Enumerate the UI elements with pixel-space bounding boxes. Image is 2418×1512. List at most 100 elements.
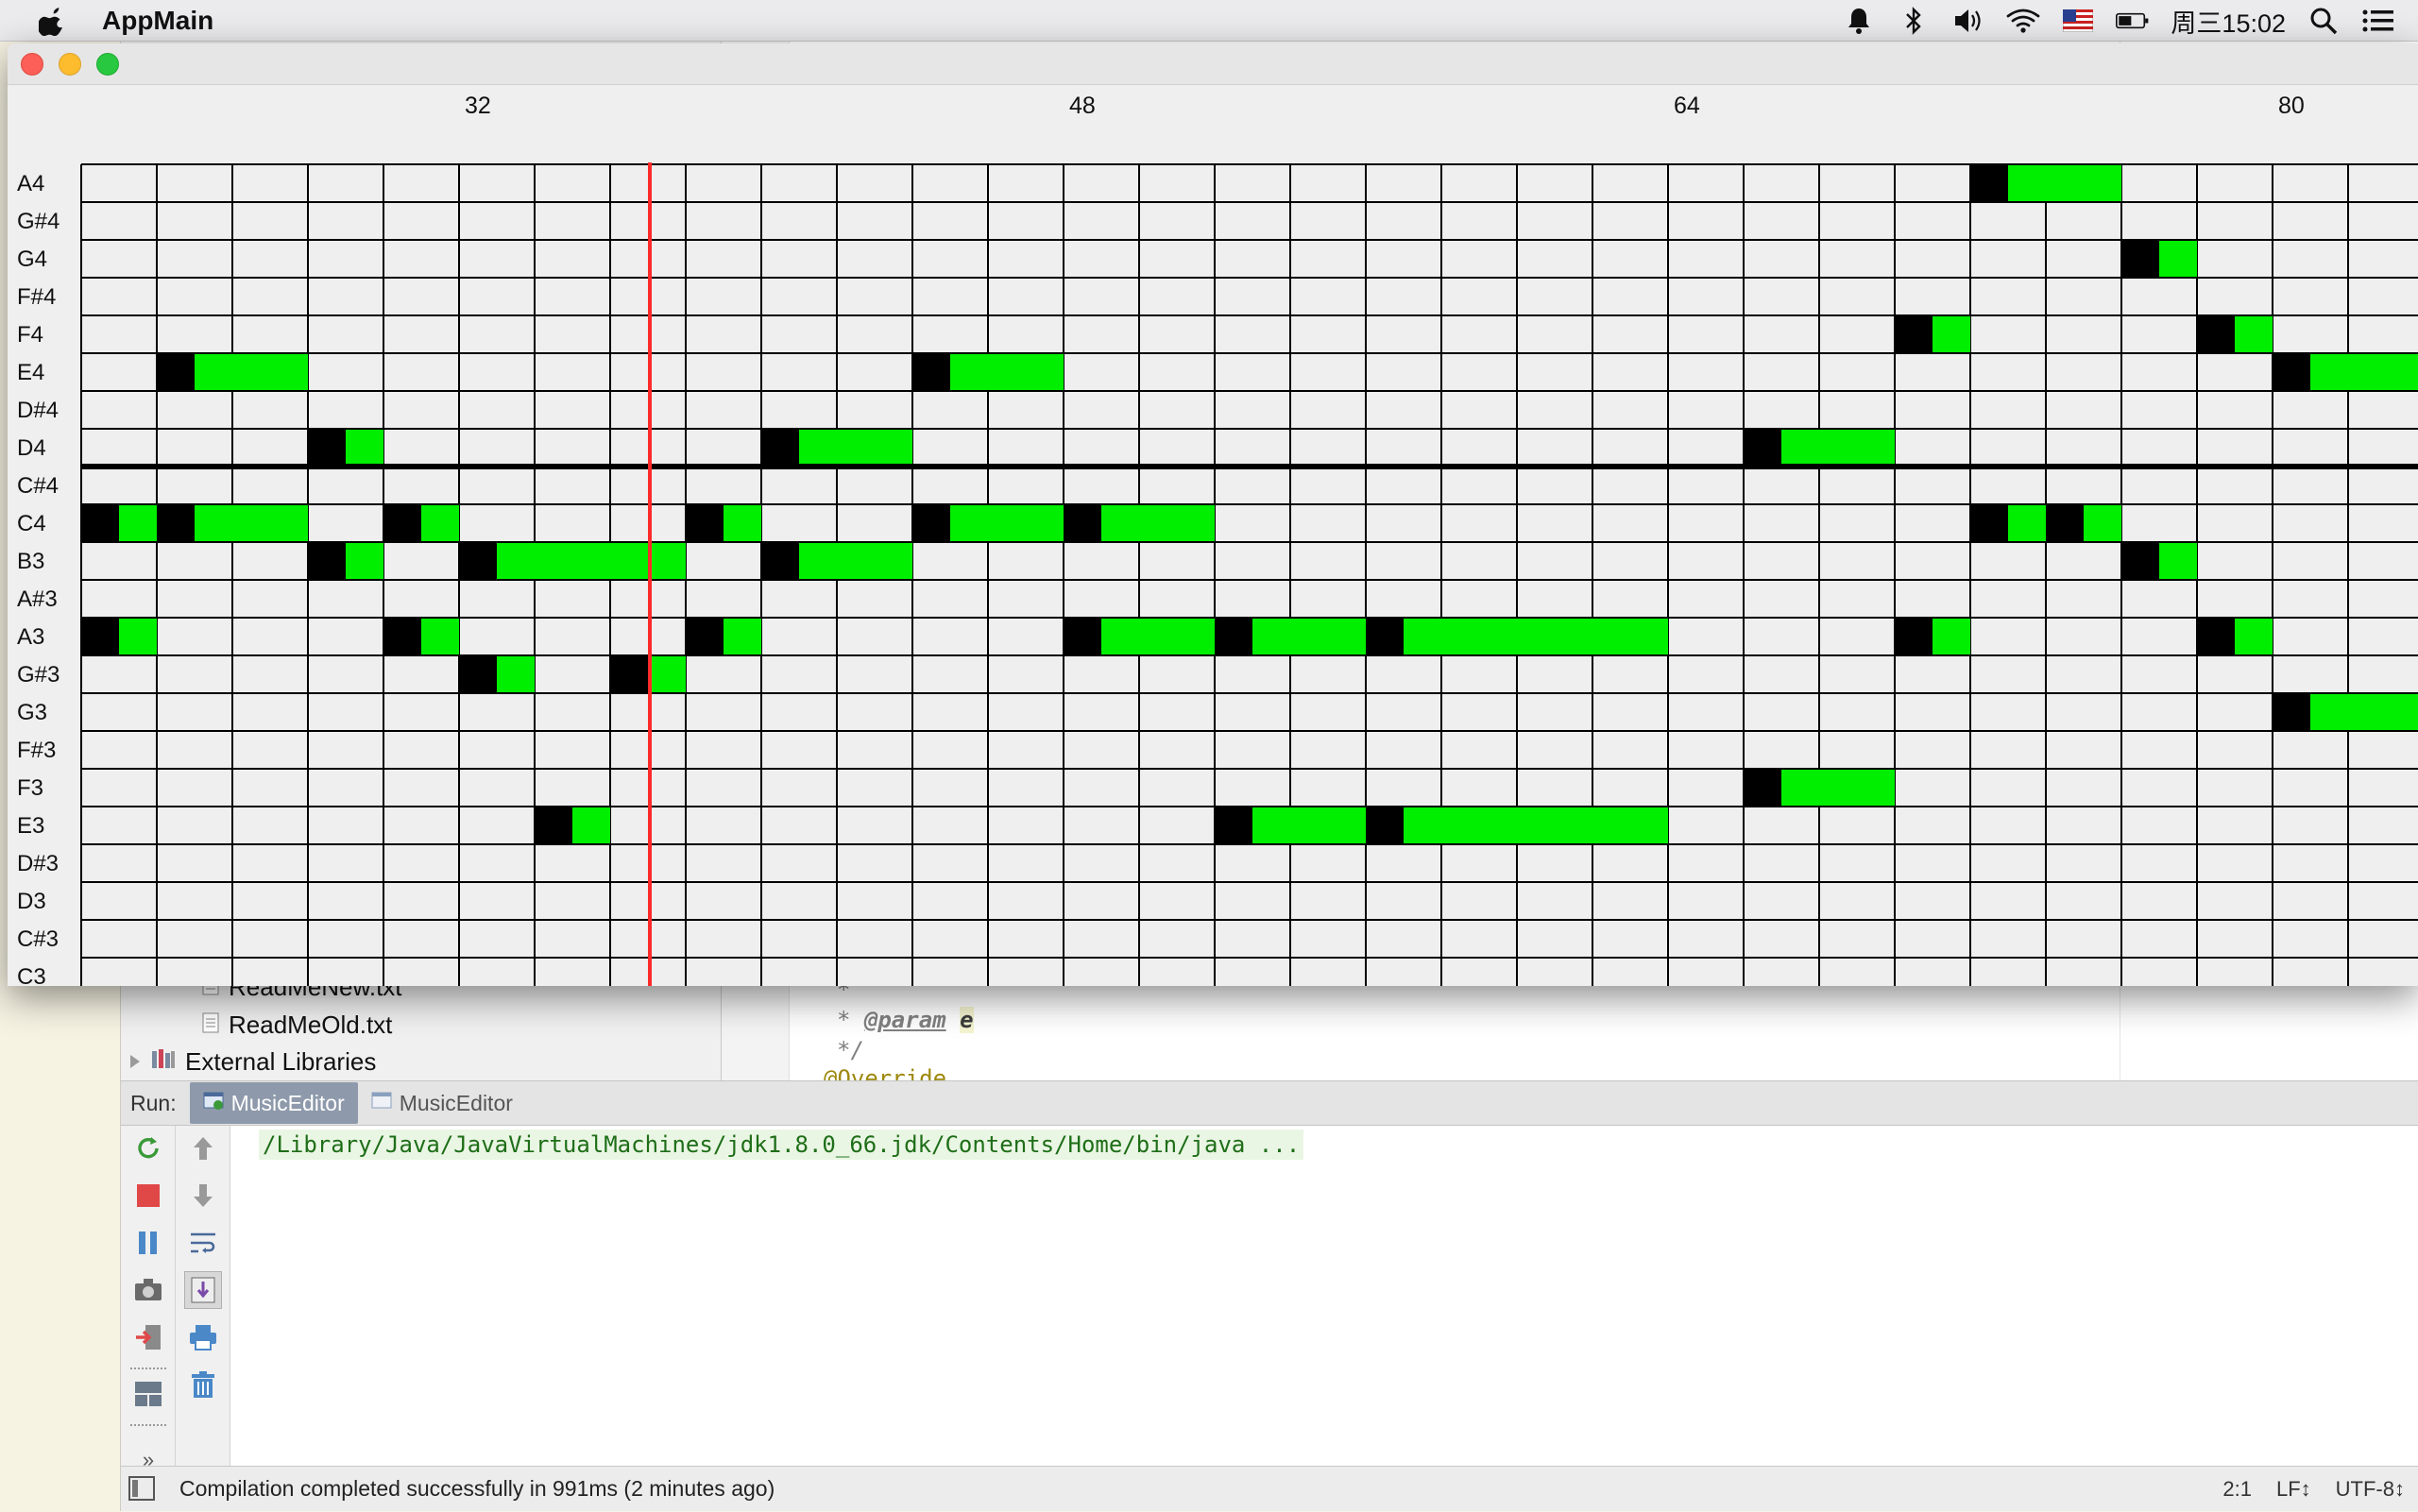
note-head-C4 — [1064, 505, 1101, 541]
pitch-label-G4: G4 — [17, 246, 47, 272]
note-head-C4 — [383, 505, 421, 541]
text-file-icon — [202, 1011, 219, 1040]
expand-arrow-icon[interactable] — [128, 1047, 142, 1077]
beat-label-80: 80 — [2278, 93, 2305, 119]
note-head-E3 — [1215, 807, 1252, 843]
rerun-icon[interactable] — [129, 1130, 167, 1167]
trash-icon[interactable] — [184, 1366, 222, 1403]
stop-icon[interactable] — [129, 1177, 167, 1215]
note-head-E4 — [912, 354, 950, 390]
pitch-label-Cs4: C#4 — [17, 473, 59, 499]
piano-roll[interactable]: A4 G#4 G4 F#4 F4 E4 D#4 D4 C#4 C4 B3 A#3 A3 G#3 G3 F#3 F… — [8, 85, 2418, 986]
status-message: Compilation completed successfully in 99… — [179, 1476, 775, 1501]
code-line: */ — [837, 1037, 864, 1063]
note-head-E4 — [157, 354, 195, 390]
note-head-D4 — [1744, 430, 1781, 466]
down-arrow-icon[interactable] — [184, 1177, 222, 1215]
run-label: Run: — [130, 1090, 177, 1115]
note-head-A3 — [1064, 619, 1101, 654]
soft-wrap-icon[interactable] — [184, 1224, 222, 1262]
music-editor-window: A4 G#4 G4 F#4 F4 E4 D#4 D4 C#4 C4 B3 A#3 A3 G#3 G3 F#3 F… — [8, 43, 2418, 986]
status-bar: Compilation completed successfully in 99… — [121, 1466, 2418, 1511]
battery-icon[interactable] — [2116, 6, 2150, 36]
pitch-label-Ds4: D#4 — [17, 398, 59, 423]
note-head-A3 — [2197, 619, 2235, 654]
minimize-window-button[interactable] — [59, 53, 81, 76]
panel-toggle-icon[interactable] — [128, 1476, 155, 1505]
note-head-C4 — [157, 505, 195, 541]
print-icon[interactable] — [184, 1318, 222, 1356]
note-head-B3 — [761, 543, 799, 579]
layout-icon[interactable] — [129, 1375, 167, 1413]
note-head-C4 — [912, 505, 950, 541]
run-panel: » /Library/Java/JavaVirtualMachines/jdk1… — [121, 1126, 2418, 1507]
bluetooth-icon[interactable] — [1897, 6, 1931, 36]
us-flag-icon[interactable] — [2061, 6, 2095, 36]
pause-icon[interactable] — [129, 1224, 167, 1262]
clock[interactable]: 周三15:02 — [2171, 3, 2286, 40]
pitch-label-E4: E4 — [17, 360, 44, 385]
tree-item-label: External Libraries — [185, 1047, 377, 1076]
note-head-C4 — [2046, 505, 2084, 541]
piano-roll-canvas[interactable]: A4 G#4 G4 F#4 F4 E4 D#4 D4 C#4 C4 B3 A#3 A3 G#3 G3 F#3 F… — [8, 85, 2418, 986]
camera-icon[interactable] — [129, 1271, 167, 1309]
pitch-label-Fs3: F#3 — [17, 738, 56, 763]
run-tab-label: MusicEditor — [399, 1090, 513, 1115]
note-head-A3 — [1895, 619, 1933, 654]
volume-icon[interactable] — [1951, 6, 1985, 36]
pitch-label-A4: A4 — [17, 171, 44, 196]
beat-label-48: 48 — [1069, 93, 1096, 119]
app-name[interactable]: AppMain — [102, 6, 213, 36]
toolbar-separator — [130, 1424, 166, 1426]
library-icon — [151, 1047, 176, 1077]
run-tab-musiceditor[interactable]: MusicEditor — [189, 1082, 358, 1124]
note-head-A4 — [1970, 165, 2008, 201]
list-icon[interactable] — [2361, 6, 2395, 36]
search-icon[interactable] — [2307, 6, 2341, 36]
note-head-D4 — [761, 430, 799, 466]
tree-item-readmeold[interactable]: ReadMeOld.txt — [202, 1011, 392, 1040]
toolbar-separator — [130, 1368, 166, 1369]
zoom-window-button[interactable] — [96, 53, 119, 76]
beat-label-64: 64 — [1674, 93, 1700, 119]
pitch-label-Fs4: F#4 — [17, 284, 56, 310]
pitch-label-B3: B3 — [17, 549, 44, 574]
console-output-line[interactable]: /Library/Java/JavaVirtualMachines/jdk1.8… — [259, 1130, 1304, 1160]
note-head-B3 — [459, 543, 497, 579]
tree-item-label: ReadMeOld.txt — [229, 1011, 393, 1039]
pitch-label-Cs3: C#3 — [17, 926, 59, 952]
run-tab-musiceditor-2[interactable]: MusicEditor — [358, 1082, 526, 1124]
exit-icon[interactable] — [129, 1318, 167, 1356]
pitch-label-Gs3: G#3 — [17, 662, 60, 688]
note-body-A3 — [1366, 619, 1668, 654]
pitch-label-C4: C4 — [17, 511, 46, 536]
note-head-D4 — [308, 430, 346, 466]
cursor-position[interactable]: 2:1 — [2222, 1477, 2252, 1502]
window-titlebar[interactable] — [8, 43, 2418, 85]
file-encoding[interactable]: UTF-8↕ — [2336, 1477, 2405, 1502]
note-head-F3 — [1744, 770, 1781, 806]
note-head-A3 — [81, 619, 119, 654]
note-head-E4 — [2273, 354, 2310, 390]
close-window-button[interactable] — [21, 53, 43, 76]
apple-icon[interactable] — [36, 6, 70, 36]
bell-icon[interactable] — [1842, 6, 1876, 36]
pitch-label-D3: D3 — [17, 889, 46, 914]
note-head-Gs3 — [610, 656, 648, 692]
javadoc-tag: @param — [863, 1007, 946, 1033]
menu-bar: AppMain 周三15:02 — [0, 0, 2418, 42]
note-head-C4 — [81, 505, 119, 541]
up-arrow-icon[interactable] — [184, 1130, 222, 1167]
pitch-label-F3: F3 — [17, 775, 43, 801]
line-separator[interactable]: LF↕ — [2276, 1477, 2311, 1502]
pitch-label-As3: A#3 — [17, 586, 58, 612]
beat-label-32: 32 — [465, 93, 491, 119]
scroll-to-end-icon[interactable] — [184, 1271, 222, 1309]
note-head-G4 — [2121, 241, 2159, 277]
tree-item-external-libraries[interactable]: External Libraries — [128, 1047, 376, 1077]
note-head-A3 — [383, 619, 421, 654]
wifi-icon[interactable] — [2006, 6, 2040, 36]
pitch-label-A3: A3 — [17, 624, 44, 650]
run-toolbar-primary: » — [121, 1126, 176, 1507]
note-head-G3 — [2273, 694, 2310, 730]
